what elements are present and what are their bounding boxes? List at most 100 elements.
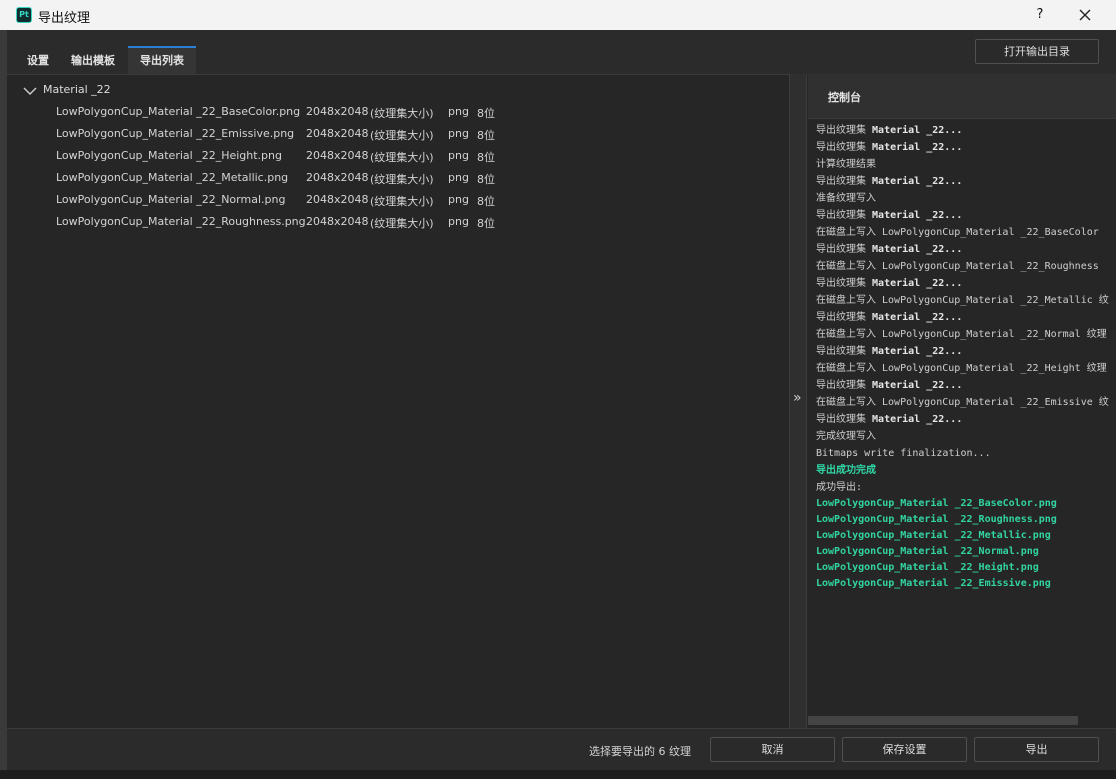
file-format: png [448,215,469,228]
close-button[interactable] [1072,4,1098,26]
console-line: 在磁盘上写入 LowPolygonCup_Material _22_Height… [816,360,1116,377]
console-line-text: 在磁盘上写入 LowPolygonCup_Material _22_Emissi… [816,397,1109,408]
window-title: 导出纹理 [38,11,91,26]
exported-file-link[interactable]: LowPolygonCup_Material _22_Normal.png [816,544,1116,560]
console-line-text: 在磁盘上写入 LowPolygonCup_Material _22_Height… [816,363,1107,374]
file-size-note: (纹理集大小) [370,217,434,230]
exported-file-link[interactable]: LowPolygonCup_Material _22_Roughness.png [816,512,1116,528]
export-button[interactable]: 导出 [974,737,1099,762]
console-line: 在磁盘上写入 LowPolygonCup_Material _22_BaseCo… [816,224,1116,241]
file-resolution: 2048x2048 [306,215,369,228]
console-line-text: 准备纹理写入 [816,193,876,204]
texture-set-label: Material _22 [43,83,111,96]
tab-export-list[interactable]: 导出列表 [128,46,196,76]
tab-settings[interactable]: 设置 [18,48,58,74]
console-line-text: 导出纹理集 [816,210,873,221]
console-line: 导出纹理集 Material _22... [816,207,1116,224]
console-line-texture-set: Material _22... [872,244,963,255]
file-size-note: (纹理集大小) [370,107,434,120]
console-line: 导出纹理集 Material _22... [816,241,1116,258]
file-resolution: 2048x2048 [306,127,369,140]
console-line: 准备纹理写入 [816,190,1116,207]
console-line-text: 在磁盘上写入 LowPolygonCup_Material _22_BaseCo… [816,227,1099,238]
console-line-texture-set: Material _22... [872,414,963,425]
console-line-text: 导出纹理集 [816,312,873,323]
console-line: 导出纹理集 Material _22... [816,173,1116,190]
console-line-text: 在磁盘上写入 LowPolygonCup_Material _22_Roughn… [816,261,1099,272]
console-line: 在磁盘上写入 LowPolygonCup_Material _22_Normal… [816,326,1116,343]
file-resolution: 2048x2048 [306,149,369,162]
save-settings-button[interactable]: 保存设置 [842,737,967,762]
console-line-text: 导出纹理集 [816,176,873,187]
console-line-text: 在磁盘上写入 LowPolygonCup_Material _22_Normal… [816,329,1107,340]
app-logo: Pt [16,7,32,23]
file-bit-depth: 8位 [477,107,495,120]
console-horizontal-scrollbar[interactable] [808,716,1078,725]
console-title: 控制台 [828,91,861,104]
console-line: 完成纹理写入 [816,428,1116,445]
title-bar: Pt 导出纹理 ? [0,0,1116,30]
console-line-text: 导出纹理集 [816,278,873,289]
console-line: 导出纹理集 Material _22... [816,139,1116,156]
panel-splitter[interactable]: » [789,74,807,728]
console-line: 在磁盘上写入 LowPolygonCup_Material _22_Emissi… [816,394,1116,411]
file-name: LowPolygonCup_Material _22_Roughness.png [56,215,306,228]
console-line-texture-set: Material _22... [872,380,963,391]
file-size-note: (纹理集大小) [370,195,434,208]
console-line: 导出成功完成 [816,462,1116,479]
close-icon [1079,9,1091,21]
cancel-button[interactable]: 取消 [710,737,835,762]
console-line: 导出纹理集 Material _22... [816,411,1116,428]
console-header: 控制台 [808,74,1116,119]
console-line: 计算纹理结果 [816,156,1116,173]
console-line-text: 导出纹理集 [816,380,873,391]
console-log: 导出纹理集 Material _22... 导出纹理集 Material _22.… [816,122,1116,592]
console-line-texture-set: Material _22... [872,125,963,136]
selection-status: 选择要导出的 6 纹理 [589,745,691,758]
file-bit-depth: 8位 [477,151,495,164]
file-resolution: 2048x2048 [306,171,369,184]
file-resolution: 2048x2048 [306,105,369,118]
console-line-texture-set: Material _22... [872,210,963,221]
file-resolution: 2048x2048 [306,193,369,206]
file-name: LowPolygonCup_Material _22_Emissive.png [56,127,295,140]
console-line: 导出纹理集 Material _22... [816,309,1116,326]
file-name: LowPolygonCup_Material _22_Height.png [56,149,282,162]
file-size-note: (纹理集大小) [370,129,434,142]
console-line-text: 成功导出: [816,482,863,493]
file-size-note: (纹理集大小) [370,173,434,186]
file-format: png [448,171,469,184]
console-line: 导出纹理集 Material _22... [816,343,1116,360]
console-line: 导出纹理集 Material _22... [816,275,1116,292]
console-panel: 控制台 导出纹理集 Material _22... 导出纹理集 Material … [808,74,1116,728]
chevron-down-icon[interactable] [23,85,37,97]
console-line-text: 导出成功完成 [816,465,876,476]
console-line-text: 在磁盘上写入 LowPolygonCup_Material _22_Metall… [816,295,1109,306]
console-line-text: Bitmaps write finalization... [816,448,991,459]
file-format: png [448,105,469,118]
console-line-texture-set: Material _22... [872,278,963,289]
open-output-folder-button[interactable]: 打开输出目录 [975,39,1099,64]
exported-file-link[interactable]: LowPolygonCup_Material _22_BaseColor.png [816,496,1116,512]
collapse-arrow-icon[interactable]: » [793,390,802,406]
file-name: LowPolygonCup_Material _22_Metallic.png [56,171,289,184]
file-format: png [448,149,469,162]
file-bit-depth: 8位 [477,129,495,142]
exported-file-link[interactable]: LowPolygonCup_Material _22_Height.png [816,560,1116,576]
exported-file-link[interactable]: LowPolygonCup_Material _22_Emissive.png [816,576,1116,592]
console-line: 在磁盘上写入 LowPolygonCup_Material _22_Roughn… [816,258,1116,275]
file-name: LowPolygonCup_Material _22_BaseColor.png [56,105,301,118]
console-line: Bitmaps write finalization... [816,445,1116,462]
help-button[interactable]: ? [1030,4,1050,26]
file-bit-depth: 8位 [477,195,495,208]
export-list-panel: Material _22 LowPolygonCup_Material _22_… [7,74,789,729]
console-line-text: 导出纹理集 [816,125,873,136]
console-line-texture-set: Material _22... [872,312,963,323]
console-line-texture-set: Material _22... [872,142,963,153]
window-bottom-edge [0,770,1116,779]
console-line-texture-set: Material _22... [872,346,963,357]
tab-output-template[interactable]: 输出模板 [62,48,124,74]
exported-file-link[interactable]: LowPolygonCup_Material _22_Metallic.png [816,528,1116,544]
console-line: 导出纹理集 Material _22... [816,122,1116,139]
console-line: 在磁盘上写入 LowPolygonCup_Material _22_Metall… [816,292,1116,309]
